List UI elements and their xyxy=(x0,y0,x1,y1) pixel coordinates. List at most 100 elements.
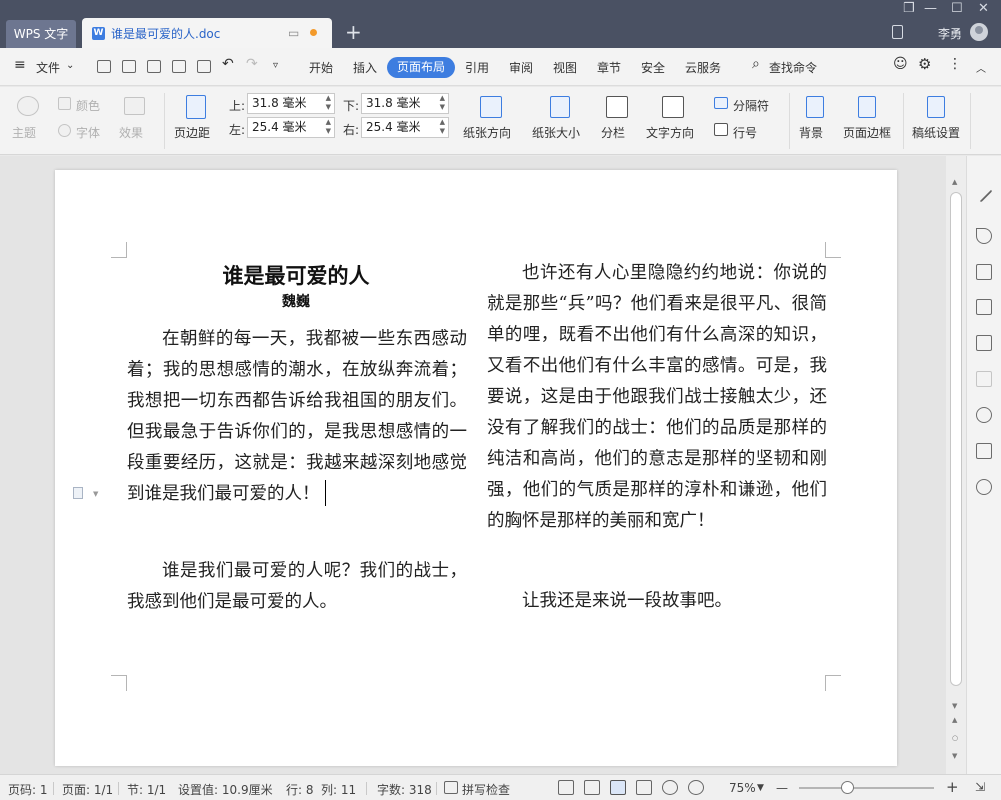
open-folder-icon[interactable] xyxy=(97,60,111,73)
zoom-slider-track[interactable] xyxy=(799,787,934,789)
tab-chapter[interactable]: 章节 xyxy=(597,59,621,76)
margins-icon[interactable] xyxy=(186,95,206,119)
columns-icon[interactable] xyxy=(606,96,628,118)
effects-button[interactable]: 效果 xyxy=(119,124,143,141)
redo-icon[interactable]: ↷ xyxy=(246,56,258,72)
new-tab-button[interactable]: + xyxy=(345,20,362,44)
colors-button[interactable]: 颜色 xyxy=(76,97,100,114)
quick-access-dropdown-icon[interactable]: ▿ xyxy=(273,60,278,71)
manuscript-icon[interactable] xyxy=(927,96,945,118)
line-number-button[interactable]: 行号 xyxy=(733,124,757,141)
document-tab[interactable]: W 谁是最可爱的人.doc ▭ xyxy=(82,18,332,48)
paragraph-handle-icon[interactable] xyxy=(73,487,83,499)
background-icon[interactable] xyxy=(806,96,824,118)
lock-icon[interactable] xyxy=(976,264,992,280)
tab-insert[interactable]: 插入 xyxy=(353,59,377,76)
spin-arrows-icon[interactable]: ▲ ▼ xyxy=(326,94,331,112)
paper-size-button[interactable]: 纸张大小 xyxy=(532,124,580,141)
resize-grip-icon[interactable]: ⇲ xyxy=(975,780,985,794)
paper-size-icon[interactable] xyxy=(550,96,570,118)
page-border-button[interactable]: 页面边框 xyxy=(843,124,891,141)
tab-view[interactable]: 视图 xyxy=(553,59,577,76)
pen-icon[interactable] xyxy=(975,185,993,203)
column2-paragraph-2[interactable]: 让我还是来说一段故事吧。 xyxy=(487,586,827,617)
page-border-icon[interactable] xyxy=(858,96,876,118)
spell-check-icon[interactable] xyxy=(444,781,458,794)
zoom-out-button[interactable]: — xyxy=(776,781,788,795)
search-command[interactable]: 查找命令 xyxy=(769,59,817,76)
save-icon[interactable] xyxy=(122,60,136,73)
print-preview-icon[interactable] xyxy=(197,60,211,73)
tab-security[interactable]: 安全 xyxy=(641,59,665,76)
document-author[interactable]: 魏巍 xyxy=(127,291,465,311)
file-menu[interactable]: 文件 xyxy=(36,59,60,76)
status-column[interactable]: 列: 11 xyxy=(321,781,356,798)
tab-start[interactable]: 开始 xyxy=(309,59,333,76)
text-direction-icon[interactable] xyxy=(662,96,684,118)
user-name[interactable]: 李勇 xyxy=(938,25,962,42)
avatar[interactable] xyxy=(970,23,988,41)
column2-paragraph-1[interactable]: 也许还有人心里隐隐约约地说：你说的就是那些“兵”吗？他们看来是很平凡、很简单的哩… xyxy=(487,258,827,537)
colors-icon[interactable] xyxy=(58,97,71,110)
select-cursor-icon[interactable] xyxy=(976,228,992,244)
tab-cloud-service[interactable]: 云服务 xyxy=(685,59,721,76)
restore-button[interactable]: ☐ xyxy=(951,1,963,16)
pdf-export-icon[interactable] xyxy=(147,60,161,73)
backup-icon[interactable] xyxy=(976,443,992,459)
minimize-button[interactable]: — xyxy=(924,1,937,16)
left-margin-field[interactable]: 25.4 毫米 ▲ ▼ xyxy=(247,117,335,138)
tab-review[interactable]: 审阅 xyxy=(509,59,533,76)
top-margin-field[interactable]: 31.8 毫米 ▲ ▼ xyxy=(247,93,335,114)
window-mode-icon[interactable]: ❒ xyxy=(903,1,915,16)
right-margin-field[interactable]: 25.4 毫米 ▲ ▼ xyxy=(361,117,449,138)
outline-view-icon[interactable] xyxy=(636,780,652,795)
status-row[interactable]: 行: 8 xyxy=(286,781,314,798)
fonts-icon[interactable] xyxy=(58,124,71,137)
undo-icon[interactable]: ↶ xyxy=(222,56,234,72)
search-icon[interactable]: ⌕ xyxy=(752,56,760,72)
scrollbar-thumb[interactable] xyxy=(950,192,962,686)
zoom-in-button[interactable]: + xyxy=(946,778,959,796)
zoom-slider-handle[interactable] xyxy=(841,781,854,794)
fullscreen-icon[interactable] xyxy=(558,780,574,795)
zoom-level[interactable]: 75% xyxy=(729,781,756,795)
tab-references[interactable]: 引用 xyxy=(465,59,489,76)
text-direction-button[interactable]: 文字方向 xyxy=(646,124,694,141)
chevron-down-icon[interactable]: ⌄ xyxy=(66,60,74,71)
reading-view-icon[interactable] xyxy=(584,780,600,795)
columns-button[interactable]: 分栏 xyxy=(601,124,625,141)
status-word-count[interactable]: 字数: 318 xyxy=(377,781,432,798)
outline-icon[interactable] xyxy=(976,335,992,351)
gear-icon[interactable]: ⚙ xyxy=(918,55,931,73)
paragraph-handle-dropdown-icon[interactable]: ▼ xyxy=(93,490,98,498)
document-page[interactable]: 谁是最可爱的人 魏巍 在朝鲜的每一天，我都被一些东西感动着；我的思想感情的潮水，… xyxy=(55,170,897,766)
browse-object-icon[interactable]: ○ xyxy=(952,734,958,742)
eye-protection-icon[interactable] xyxy=(688,780,704,795)
close-button[interactable]: ✕ xyxy=(978,1,989,16)
spin-arrows-icon[interactable]: ▲ ▼ xyxy=(440,118,445,136)
background-button[interactable]: 背景 xyxy=(799,124,823,141)
separator-icon[interactable] xyxy=(714,97,728,109)
share-icon[interactable] xyxy=(976,479,992,495)
print-icon[interactable] xyxy=(172,60,186,73)
spin-arrows-icon[interactable]: ▲ ▼ xyxy=(326,118,331,136)
spell-check-button[interactable]: 拼写检查 xyxy=(462,781,510,798)
effects-icon[interactable] xyxy=(124,97,145,115)
orientation-icon[interactable] xyxy=(480,96,502,118)
column1-paragraph-1[interactable]: 在朝鲜的每一天，我都被一些东西感动着；我的思想感情的潮水，在放纵奔流着；我想把一… xyxy=(127,324,467,510)
history-icon[interactable] xyxy=(976,407,992,423)
app-tab-wps[interactable]: WPS 文字 xyxy=(6,20,76,48)
theme-icon[interactable] xyxy=(17,96,39,116)
translate-icon[interactable] xyxy=(976,299,992,315)
orientation-button[interactable]: 纸张方向 xyxy=(463,124,511,141)
margins-button[interactable]: 页边距 xyxy=(174,124,210,141)
fonts-button[interactable]: 字体 xyxy=(76,124,100,141)
feedback-icon[interactable]: ☺ xyxy=(893,56,908,72)
more-icon[interactable]: ⋮ xyxy=(948,56,962,72)
page-view-icon[interactable] xyxy=(610,780,626,795)
prev-page-icon[interactable]: ▲ xyxy=(952,716,957,724)
status-page-code[interactable]: 页码: 1 xyxy=(8,781,48,798)
manuscript-button[interactable]: 稿纸设置 xyxy=(912,124,960,141)
column1-paragraph-2[interactable]: 谁是我们最可爱的人呢？我们的战士，我感到他们是最可爱的人。 xyxy=(127,556,467,618)
web-view-icon[interactable] xyxy=(662,780,678,795)
